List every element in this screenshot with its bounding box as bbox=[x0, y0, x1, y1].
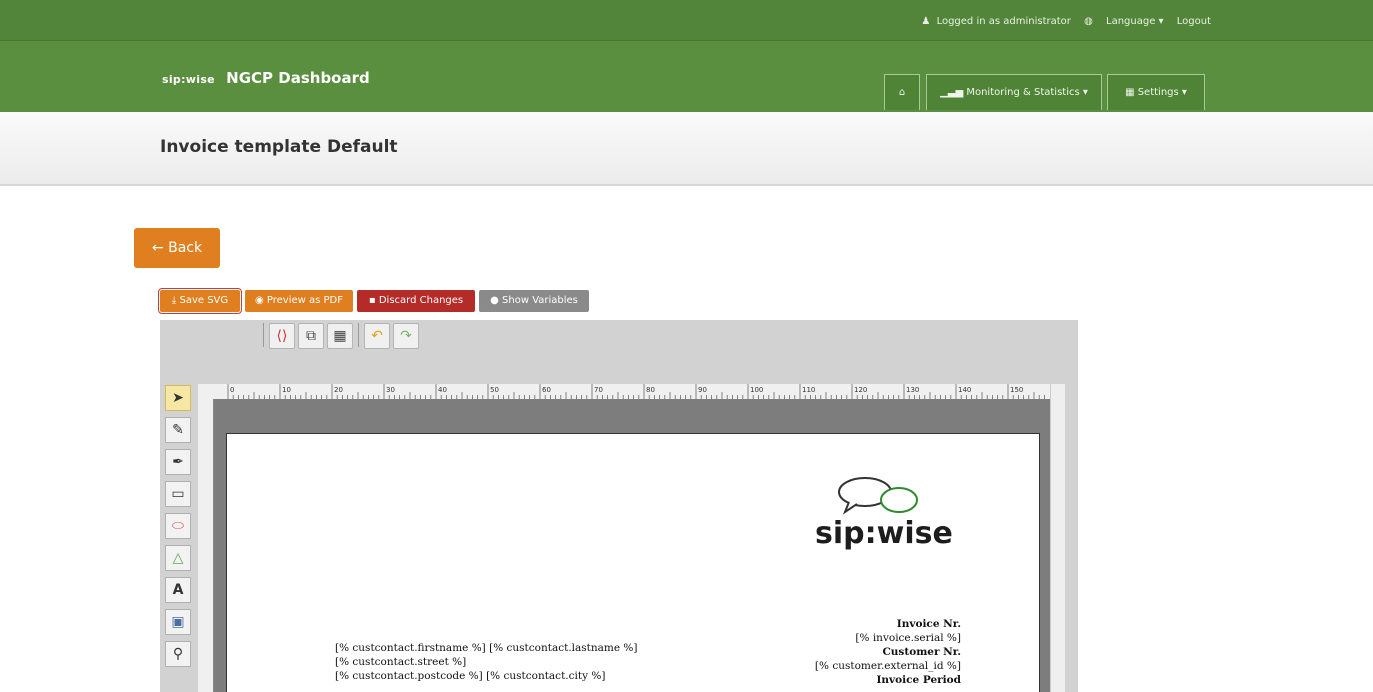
image-icon[interactable]: ▣ bbox=[165, 609, 191, 635]
ruler-tick-label: 0 bbox=[230, 386, 234, 394]
ruler-left bbox=[198, 399, 214, 692]
save-svg-button[interactable]: ⤓ Save SVG bbox=[158, 288, 242, 314]
customer-external-id: [% customer.external_id %] bbox=[814, 660, 961, 672]
rect-icon[interactable]: ▭ bbox=[165, 481, 191, 507]
user-icon: ♟ bbox=[921, 16, 931, 27]
brand-title: NGCP Dashboard bbox=[226, 69, 370, 87]
home-icon: ⌂ bbox=[898, 87, 906, 98]
group-icon[interactable]: ⧉ bbox=[298, 323, 324, 349]
customer-city: [% custcontact.postcode %] [% custcontac… bbox=[335, 670, 606, 682]
path-icon[interactable]: ✒ bbox=[165, 449, 191, 475]
home-button[interactable]: ⌂ bbox=[884, 74, 920, 110]
show-variables-button[interactable]: ● Show Variables bbox=[479, 290, 589, 312]
ruler-tick-label: 150 bbox=[1010, 386, 1023, 394]
arrow-left-icon: ← bbox=[151, 240, 164, 256]
redo-icon[interactable]: ↷ bbox=[393, 323, 419, 349]
language-label: Language bbox=[1106, 16, 1156, 27]
ruler-tick-label: 40 bbox=[438, 386, 447, 394]
source-icon[interactable]: ⟨⟩ bbox=[269, 323, 295, 349]
info-icon: ● bbox=[490, 295, 499, 306]
customer-name: [% custcontact.firstname %] [% custconta… bbox=[335, 642, 638, 654]
text-icon[interactable]: A bbox=[165, 577, 191, 603]
bar-chart-icon: ▁▃▅ bbox=[940, 87, 964, 98]
back-label: Back bbox=[168, 240, 203, 256]
undo-icon[interactable]: ↶ bbox=[364, 323, 390, 349]
logout-link[interactable]: Logout bbox=[1177, 16, 1211, 27]
ruler-tick-label: 10 bbox=[282, 386, 291, 394]
vertical-scrollbar[interactable] bbox=[1050, 384, 1065, 692]
save-svg-label: Save SVG bbox=[179, 295, 229, 306]
grid-icon[interactable]: ▦ bbox=[327, 323, 353, 349]
discard-label: Discard Changes bbox=[378, 295, 464, 306]
invoice-logo-text: sip:wise bbox=[815, 516, 953, 551]
language-menu[interactable]: ◍ Language ▾ bbox=[1084, 16, 1163, 27]
invoice-nr-label: Invoice Nr. bbox=[896, 618, 961, 630]
ruler-tick-label: 120 bbox=[854, 386, 867, 394]
page-title: Invoice template Default bbox=[160, 137, 398, 157]
navbar: sip:wise NGCP Dashboard ⌂ ▁▃▅ Monitoring… bbox=[0, 41, 1373, 112]
ellipse-icon[interactable]: ⬭ bbox=[165, 513, 191, 539]
ruler-tick-label: 130 bbox=[906, 386, 919, 394]
preview-pdf-button[interactable]: ◉ Preview as PDF bbox=[245, 290, 353, 312]
zoom-icon[interactable]: ⚲ bbox=[165, 641, 191, 667]
polygon-icon[interactable]: △ bbox=[165, 545, 191, 571]
ruler-tick-label: 60 bbox=[542, 386, 551, 394]
ruler-top: 0 10 20 30 40 50 60 70 80 90 100 110 120 130 140 150 bbox=[198, 384, 1050, 400]
ruler-tick-label: 50 bbox=[490, 386, 499, 394]
invoice-period-label: Invoice Period bbox=[876, 674, 961, 686]
grid-icon: ▦ bbox=[1125, 87, 1135, 98]
svg-editor: ⟨⟩ ⧉ ▦ ↶ ↷ ➤ ✎ ✒ ▭ ⬭ △ A ▣ ⚲ 0 10 20 30 40 50… bbox=[160, 320, 1078, 692]
brand-logo: sip:wise bbox=[162, 73, 215, 86]
monitoring-label: Monitoring & Statistics bbox=[966, 87, 1080, 98]
user-links: ♟ Logged in as administrator ◍ Language … bbox=[911, 16, 1211, 27]
download-icon: ⤓ bbox=[171, 295, 177, 306]
settings-label: Settings bbox=[1137, 87, 1179, 98]
editor-toolbar: ⟨⟩ ⧉ ▦ ↶ ↷ bbox=[261, 323, 419, 351]
select-icon[interactable]: ➤ bbox=[165, 385, 191, 411]
ruler-tick-label: 20 bbox=[334, 386, 343, 394]
monitoring-menu[interactable]: ▁▃▅ Monitoring & Statistics ▾ bbox=[926, 74, 1102, 110]
trash-icon: ▪ bbox=[368, 295, 376, 306]
ruler-tick-label: 110 bbox=[802, 386, 815, 394]
ruler-ticks: 0 10 20 30 40 50 60 70 80 90 100 110 120 130 140 150 bbox=[227, 384, 1045, 399]
eye-icon: ◉ bbox=[254, 295, 264, 306]
customer-street: [% custcontact.street %] bbox=[335, 656, 467, 668]
ruler-tick-label: 90 bbox=[698, 386, 707, 394]
logged-in-label: Logged in as administrator bbox=[936, 16, 1071, 27]
page-header: Invoice template Default bbox=[0, 112, 1373, 186]
invoice-page[interactable]: sip:wise Invoice Nr. [% invoice.serial %… bbox=[226, 433, 1040, 692]
settings-menu[interactable]: ▦ Settings ▾ bbox=[1107, 74, 1205, 110]
back-button[interactable]: ← Back bbox=[134, 228, 220, 268]
invoice-serial: [% invoice.serial %] bbox=[855, 632, 961, 644]
ruler-tick-label: 140 bbox=[958, 386, 971, 394]
discard-changes-button[interactable]: ▪ Discard Changes bbox=[357, 290, 475, 312]
show-vars-label: Show Variables bbox=[502, 295, 578, 306]
ruler-tick-label: 80 bbox=[646, 386, 655, 394]
pencil-icon[interactable]: ✎ bbox=[165, 417, 191, 443]
customer-nr-label: Customer Nr. bbox=[882, 646, 961, 658]
ruler-tick-label: 30 bbox=[386, 386, 395, 394]
left-toolbar: ➤ ✎ ✒ ▭ ⬭ △ A ▣ ⚲ bbox=[165, 385, 191, 673]
top-bar: ♟ Logged in as administrator ◍ Language … bbox=[0, 0, 1373, 41]
brand[interactable]: sip:wise NGCP Dashboard bbox=[162, 69, 370, 87]
ruler-tick-label: 70 bbox=[594, 386, 603, 394]
preview-pdf-label: Preview as PDF bbox=[266, 295, 344, 306]
ruler-tick-label: 100 bbox=[750, 386, 763, 394]
